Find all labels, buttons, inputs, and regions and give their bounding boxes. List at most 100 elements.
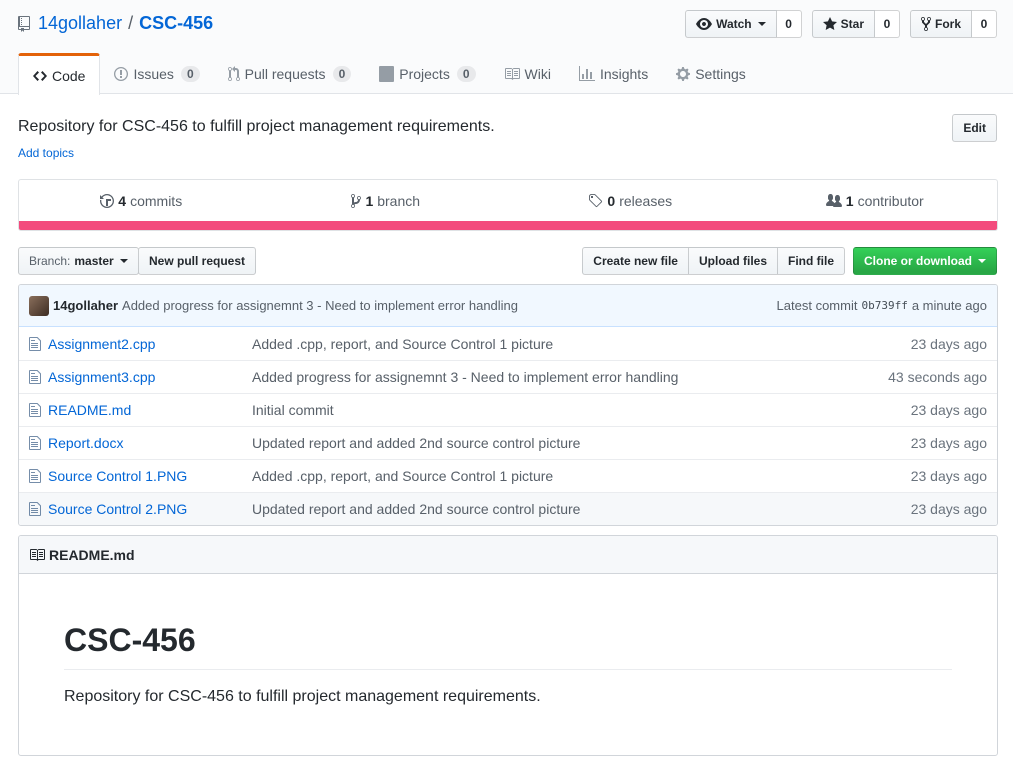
contributors-label: contributor: [857, 193, 924, 209]
issues-counter: 0: [180, 66, 200, 82]
readme-content: CSC-456 Repository for CSC-456 to fulfil…: [19, 574, 997, 706]
upload-files-button[interactable]: Upload files: [687, 247, 778, 275]
branch-icon: [351, 193, 362, 209]
watch-label: Watch: [716, 17, 752, 31]
contributors-summary[interactable]: 1 contributor: [753, 180, 998, 222]
repo-owner-link[interactable]: 14gollaher: [38, 13, 122, 34]
tab-projects[interactable]: Projects 0: [365, 53, 489, 94]
file-commit-message[interactable]: Updated report and added 2nd source cont…: [252, 435, 911, 451]
new-pull-request-button[interactable]: New pull request: [138, 247, 257, 275]
branch-select-button[interactable]: Branch: master: [18, 247, 139, 275]
add-topics-link[interactable]: Add topics: [18, 146, 74, 160]
commits-summary[interactable]: 4 commits: [19, 180, 264, 222]
pull-request-icon: [227, 66, 240, 82]
branches-summary[interactable]: 1 branch: [264, 180, 509, 222]
commit-message-link[interactable]: Added progress for assignemnt 3 - Need t…: [122, 298, 518, 313]
repo-actions: Watch 0 Star 0 Fork 0: [685, 10, 997, 38]
commit-sha-link[interactable]: 0b739ff: [861, 299, 907, 312]
repo-icon: [18, 15, 30, 32]
table-row: Report.docx Updated report and added 2nd…: [19, 426, 997, 459]
tab-code[interactable]: Code: [18, 53, 101, 95]
file-commit-message[interactable]: Added .cpp, report, and Source Control 1…: [252, 468, 911, 484]
file-age: 43 seconds ago: [888, 369, 987, 385]
file-commit-message[interactable]: Added .cpp, report, and Source Control 1…: [252, 336, 911, 352]
table-row: Assignment3.cpp Added progress for assig…: [19, 360, 997, 393]
edit-description-button[interactable]: Edit: [952, 114, 997, 142]
people-icon: [825, 193, 842, 209]
chevron-down-icon: [119, 259, 128, 263]
table-row: Source Control 2.PNG Updated report and …: [19, 492, 997, 525]
tab-label: Settings: [695, 66, 746, 82]
star-button[interactable]: Star: [811, 10, 875, 38]
file-icon: [29, 468, 45, 484]
numbers-summary: 4 commits 1 branch 0 releases 1 contribu…: [18, 179, 998, 231]
pull-requests-counter: 0: [332, 66, 352, 82]
table-row: README.md Initial commit 23 days ago: [19, 393, 997, 426]
file-icon: [29, 402, 45, 418]
graph-icon: [578, 66, 595, 82]
file-icon: [29, 501, 45, 517]
file-name-link[interactable]: Source Control 1.PNG: [48, 468, 252, 484]
repo-header: 14gollaher / CSC-456 Watch 0 Star 0 Fork: [0, 0, 1013, 95]
fork-count[interactable]: 0: [972, 10, 997, 38]
releases-summary[interactable]: 0 releases: [508, 180, 753, 222]
file-commit-message[interactable]: Updated report and added 2nd source cont…: [252, 501, 911, 517]
readme-heading: CSC-456: [64, 622, 952, 670]
file-icon: [29, 336, 45, 352]
file-commit-message[interactable]: Added progress for assignemnt 3 - Need t…: [252, 369, 888, 385]
latest-commit-prefix: Latest commit: [776, 298, 858, 313]
file-name-link[interactable]: Assignment3.cpp: [48, 369, 252, 385]
chevron-down-icon: [757, 22, 766, 26]
tab-insights[interactable]: Insights: [565, 53, 662, 94]
commit-author-link[interactable]: 14gollaher: [53, 298, 118, 313]
tab-label: Projects: [399, 66, 450, 82]
tab-issues[interactable]: Issues 0: [100, 53, 213, 94]
file-name-link[interactable]: Assignment2.cpp: [48, 336, 252, 352]
tab-label: Issues: [133, 66, 174, 82]
releases-count: 0: [607, 193, 616, 209]
file-age: 23 days ago: [910, 335, 987, 352]
repo-title: 14gollaher / CSC-456: [18, 13, 213, 34]
fork-button[interactable]: Fork: [909, 10, 972, 38]
tab-pull-requests[interactable]: Pull requests 0: [214, 53, 366, 94]
gear-icon: [676, 66, 691, 82]
watch-button[interactable]: Watch: [685, 10, 777, 38]
file-name-link[interactable]: Source Control 2.PNG: [48, 501, 252, 517]
repo-name-link[interactable]: CSC-456: [139, 13, 213, 34]
readme-text: Repository for CSC-456 to fulfill projec…: [64, 688, 541, 705]
language-bar[interactable]: [19, 221, 997, 230]
star-count[interactable]: 0: [874, 10, 900, 38]
file-name-link[interactable]: Report.docx: [48, 435, 252, 451]
history-icon: [100, 193, 115, 209]
file-age: 23 days ago: [910, 402, 987, 418]
tab-label: Insights: [599, 66, 649, 82]
branch-prefix: Branch:: [29, 254, 71, 268]
avatar[interactable]: [29, 295, 49, 316]
create-new-file-button[interactable]: Create new file: [582, 247, 689, 275]
watch-count[interactable]: 0: [776, 10, 802, 38]
tab-label: Pull requests: [244, 66, 326, 82]
fork-label: Fork: [934, 17, 961, 31]
releases-label: releases: [619, 193, 673, 209]
file-age: 23 days ago: [910, 501, 987, 517]
project-icon: [379, 66, 395, 82]
clone-label: Clone or download: [864, 254, 972, 268]
chevron-down-icon: [978, 259, 986, 263]
readme-header: README.md: [19, 536, 997, 574]
find-file-button[interactable]: Find file: [777, 247, 845, 275]
repo-nav-tabs: Code Issues 0 Pull requests 0 Projects 0…: [18, 53, 760, 95]
clone-or-download-button[interactable]: Clone or download: [853, 247, 997, 275]
commits-count: 4: [118, 193, 127, 209]
book-icon: [504, 66, 520, 82]
tag-icon: [588, 193, 603, 209]
readme-filename: README.md: [49, 546, 135, 563]
commit-meta: Latest commit 0b739ff a minute ago: [777, 298, 987, 313]
tab-settings[interactable]: Settings: [662, 53, 760, 94]
tab-wiki[interactable]: Wiki: [490, 53, 565, 94]
branches-label: branch: [377, 193, 421, 209]
star-icon: [822, 16, 837, 32]
watch-group: Watch 0: [685, 10, 802, 38]
star-label: Star: [840, 17, 864, 31]
file-commit-message[interactable]: Initial commit: [252, 402, 911, 418]
file-name-link[interactable]: README.md: [48, 402, 252, 418]
